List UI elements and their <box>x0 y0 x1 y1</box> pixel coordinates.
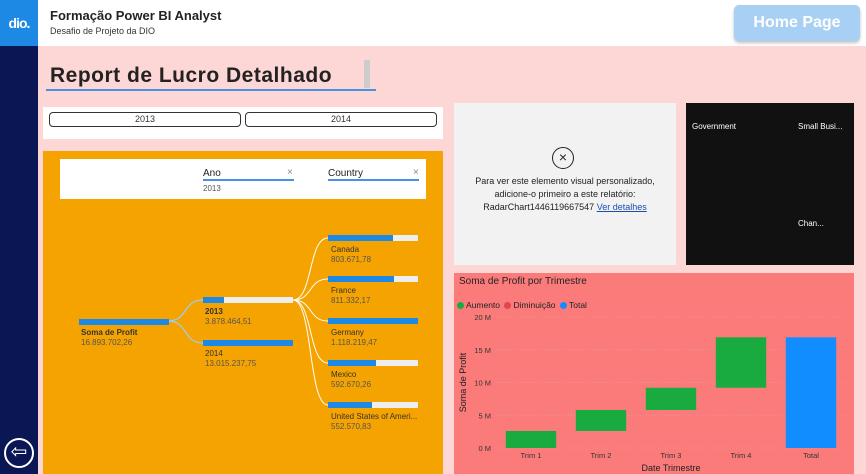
x-axis-label: Date Trimestre <box>641 463 700 473</box>
root-value: 16.893.702,26 <box>81 338 133 347</box>
country-value: 592.670,26 <box>331 380 372 389</box>
country-bar[interactable] <box>328 360 418 366</box>
year-2014-bar[interactable] <box>203 340 293 346</box>
country-label: United States of Ameri... <box>331 412 418 421</box>
back-arrow-icon[interactable]: ⇦ <box>4 438 34 468</box>
app-subtitle: Desafio de Projeto da DIO <box>50 26 156 36</box>
tile-label: Small Busi... <box>798 122 843 131</box>
title-underline <box>46 89 376 91</box>
dio-logo: dio. <box>0 0 38 46</box>
waterfall-bar <box>505 430 557 448</box>
y-tick-label: 10 M <box>474 379 491 388</box>
y-tick-label: 15 M <box>474 346 491 355</box>
treemap-tile-channel[interactable]: Chan... <box>795 216 831 261</box>
country-label: Canada <box>331 245 360 254</box>
treemap-tile-other[interactable] <box>833 216 852 261</box>
home-page-button[interactable]: Home Page <box>734 5 860 41</box>
country-value: 552.570,83 <box>331 422 372 431</box>
y-tick-label: 0 M <box>478 444 491 453</box>
treemap-tile-government[interactable]: Government <box>689 119 793 261</box>
waterfall-bar <box>715 337 767 388</box>
app-title: Formação Power BI Analyst <box>50 8 222 23</box>
country-label: Mexico <box>331 370 357 379</box>
country-bar[interactable] <box>328 318 418 324</box>
country-bar[interactable] <box>328 276 418 282</box>
country-bar[interactable] <box>328 402 418 408</box>
treemap-tile-small-business[interactable]: Small Busi... <box>795 119 852 214</box>
report-title: Report de Lucro Detalhado <box>50 64 333 87</box>
treemap: Government Small Busi... Chan... <box>686 103 854 265</box>
x-tick-label: Total <box>803 451 819 460</box>
decomp-connectors <box>167 237 329 406</box>
country-value: 1.118.219,47 <box>331 338 378 347</box>
x-tick-label: Trim 3 <box>661 451 682 460</box>
waterfall-plot: 0 M 5 M 10 M 15 M 20 M Trim 1 Trim 2 Trim 3 Trim… <box>458 313 846 473</box>
year-2014-value: 13.015.237,75 <box>205 359 257 368</box>
year-2013-button[interactable]: 2013 <box>49 112 241 127</box>
year-2013-label: 2013 <box>205 307 223 316</box>
waterfall-chart: Soma de Profit por Trimestre Aumento Dim… <box>454 273 854 474</box>
x-tick-label: Trim 4 <box>731 451 752 460</box>
waterfall-bar <box>785 337 837 448</box>
country-value: 803.671,78 <box>331 255 372 264</box>
left-navigation-bar <box>0 0 38 474</box>
root-bar[interactable] <box>79 319 169 325</box>
radar-message: Para ver este elemento visual personaliz… <box>464 175 666 214</box>
radar-chart-placeholder: × Para ver este elemento visual personal… <box>454 103 676 265</box>
tile-label: Chan... <box>798 219 824 228</box>
year-2014-label: 2014 <box>205 349 223 358</box>
see-details-link[interactable]: Ver detalhes <box>597 202 647 212</box>
error-close-icon: × <box>552 147 574 169</box>
country-label: Germany <box>331 328 364 337</box>
root-label: Soma de Profit <box>81 328 138 337</box>
tile-label: Government <box>692 122 737 131</box>
x-tick-label: Trim 2 <box>591 451 612 460</box>
y-tick-label: 5 M <box>478 411 491 420</box>
waterfall-bar <box>575 410 627 431</box>
waterfall-bar <box>645 387 697 411</box>
country-value: 811.332,17 <box>331 296 371 305</box>
year-2014-button[interactable]: 2014 <box>245 112 437 127</box>
y-tick-label: 20 M <box>474 313 491 322</box>
title-divider <box>364 60 370 88</box>
y-axis-label: Soma de Profit <box>458 352 468 412</box>
x-tick-label: Trim 1 <box>521 451 542 460</box>
decomposition-tree: Ano × 2013 Country × Soma de Profit 16.8… <box>43 151 443 474</box>
year-2013-value: 3.878.464,51 <box>205 317 252 326</box>
year-slicer: 2013 2014 <box>43 107 443 139</box>
country-label: France <box>331 286 356 295</box>
country-bar[interactable] <box>328 235 418 241</box>
year-2013-bar[interactable] <box>203 297 293 303</box>
